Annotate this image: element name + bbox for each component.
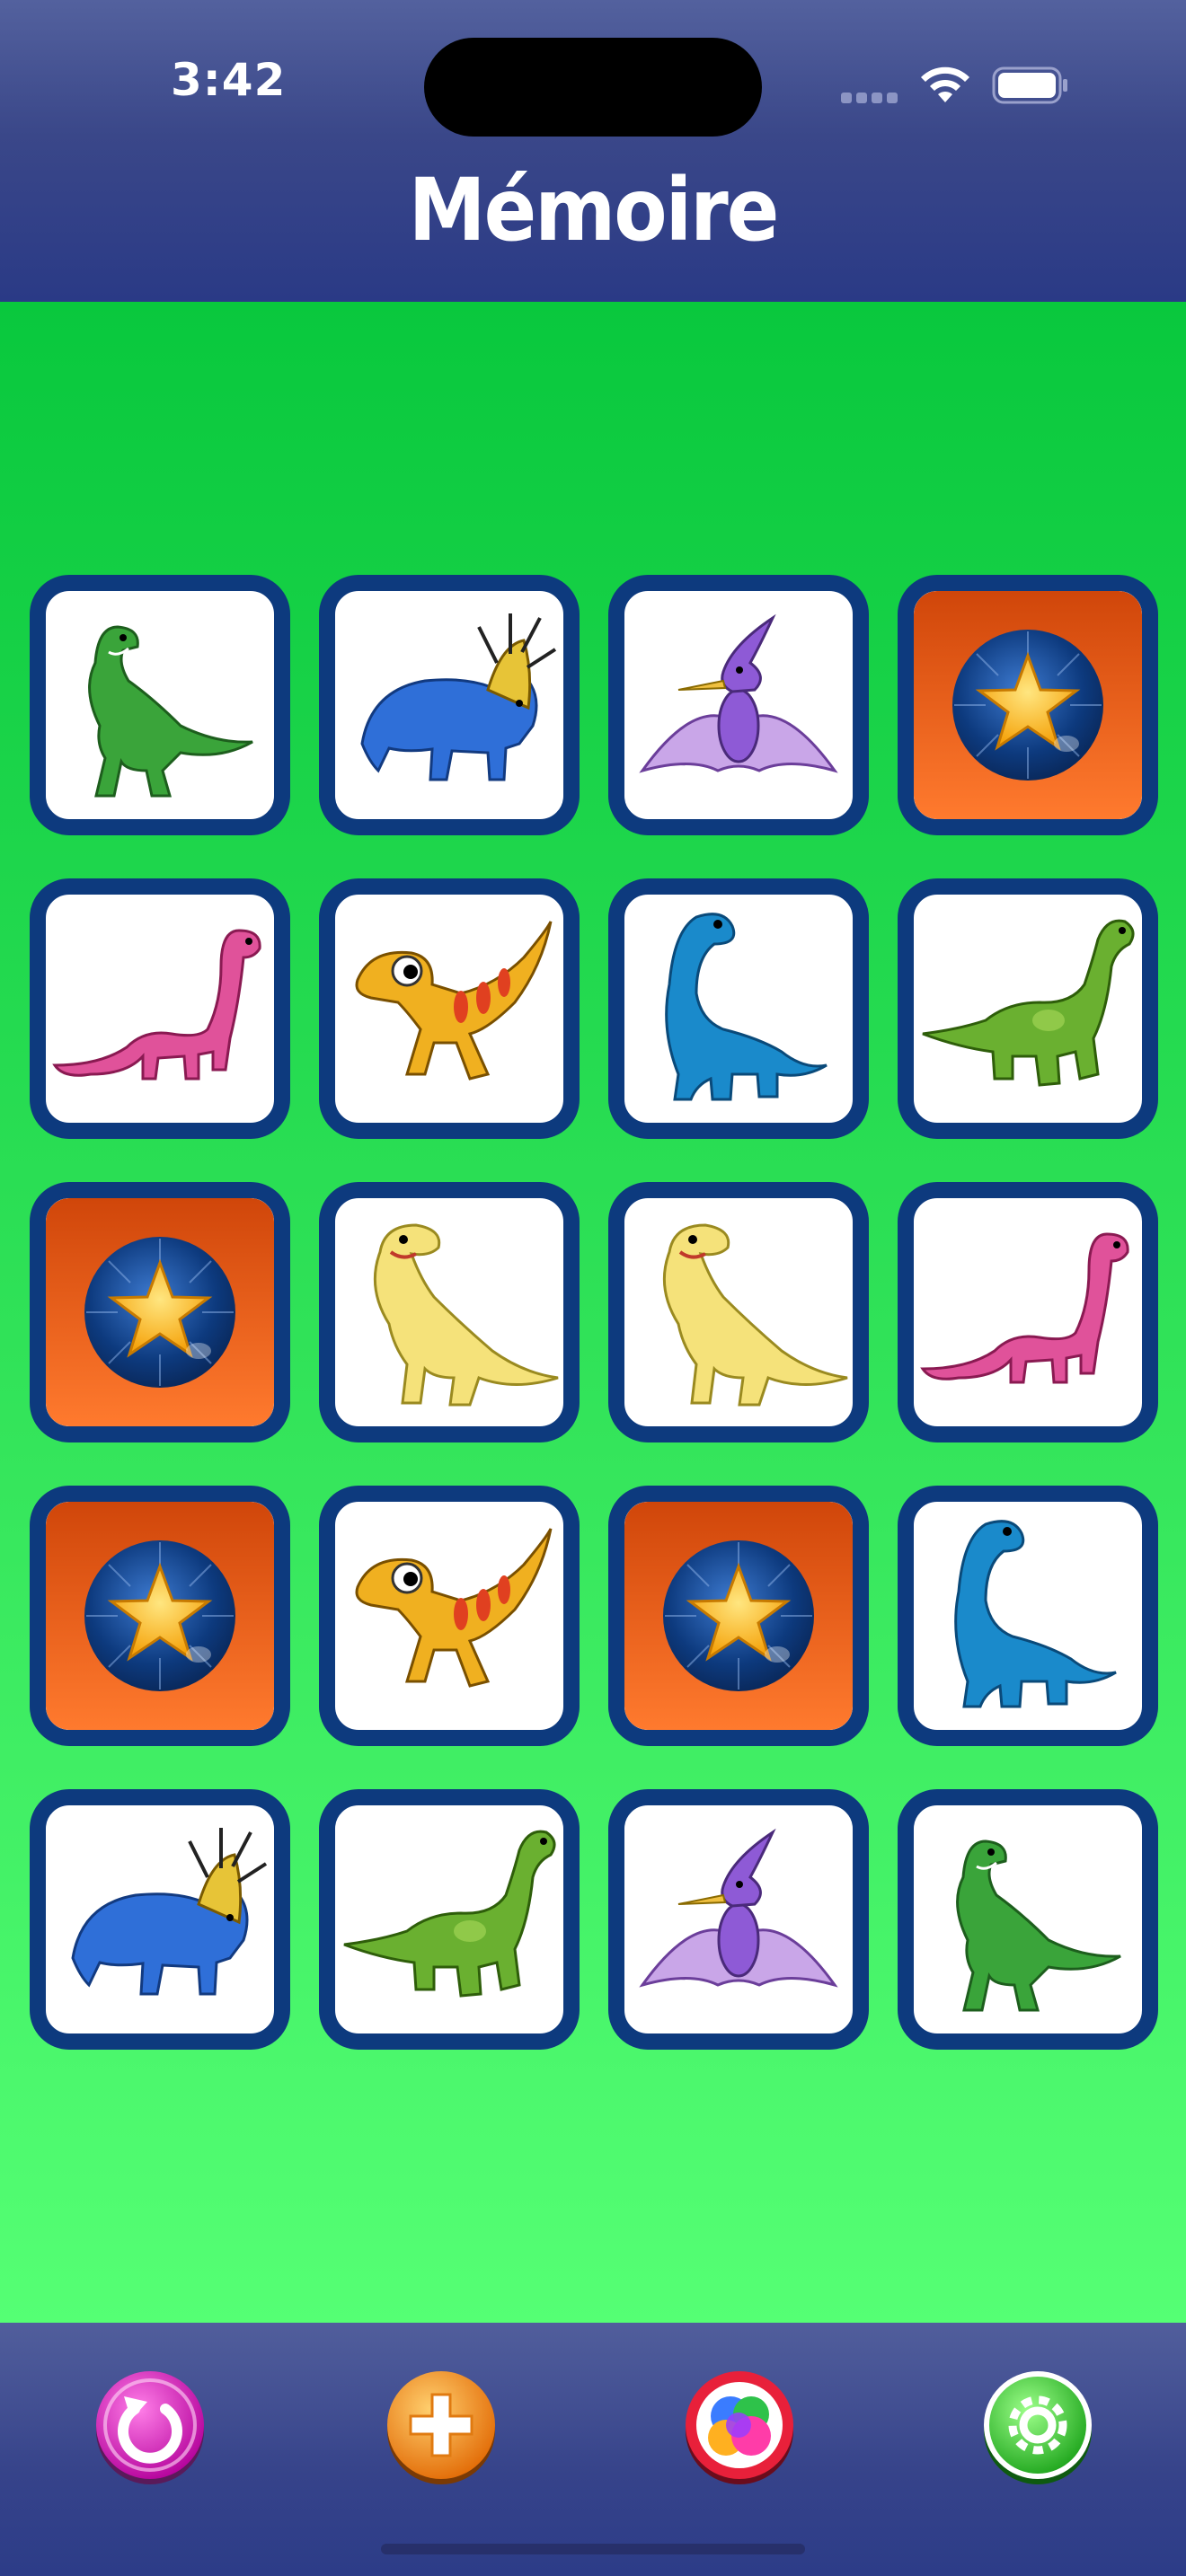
memory-card-pink-brachiosaurus[interactable] xyxy=(898,1182,1158,1442)
card-face xyxy=(335,895,563,1123)
card-face xyxy=(46,1502,274,1730)
settings-button[interactable] xyxy=(979,2369,1096,2486)
star-card-back-icon xyxy=(952,630,1103,781)
star-card-back-icon xyxy=(663,1540,814,1691)
memory-card-green-t-rex[interactable] xyxy=(898,1789,1158,2050)
home-indicator[interactable] xyxy=(381,2544,805,2554)
memory-card-blue-styracosaurus[interactable] xyxy=(319,575,580,835)
memory-card-yellow-tyrannosaur[interactable] xyxy=(319,1182,580,1442)
card-face xyxy=(624,1198,853,1426)
green-t-rex-icon xyxy=(88,625,253,798)
memory-card-face-down[interactable] xyxy=(30,1182,290,1442)
plus-icon xyxy=(387,2371,495,2484)
card-face xyxy=(914,1502,1142,1730)
page-title: Mémoire xyxy=(408,160,780,260)
card-face xyxy=(335,1198,563,1426)
color-balls-icon xyxy=(686,2371,793,2484)
blue-brachiosaurus-icon xyxy=(665,913,828,1101)
restart-icon xyxy=(96,2371,204,2484)
memory-card-blue-brachiosaurus[interactable] xyxy=(608,878,869,1139)
color-theme-button[interactable] xyxy=(681,2369,798,2486)
app-screen: 3:42 Mémoire xyxy=(0,0,1186,2576)
status-time: 3:42 xyxy=(171,54,287,106)
memory-card-purple-pterodactyl[interactable] xyxy=(608,575,869,835)
memory-card-green-t-rex[interactable] xyxy=(30,575,290,835)
memory-card-blue-brachiosaurus[interactable] xyxy=(898,1486,1158,1746)
yellow-tyrannosaur-icon xyxy=(662,1223,848,1407)
memory-card-yellow-tyrannosaur[interactable] xyxy=(608,1182,869,1442)
green-apatosaurus-icon xyxy=(343,1830,556,1998)
battery-icon xyxy=(992,66,1067,104)
card-face xyxy=(914,1805,1142,2033)
memory-card-face-down[interactable] xyxy=(30,1486,290,1746)
pink-brachiosaurus-icon xyxy=(52,929,261,1081)
card-face xyxy=(624,591,853,819)
blue-styracosaurus-icon xyxy=(360,613,557,781)
card-face xyxy=(46,1805,274,2033)
card-face xyxy=(46,1198,274,1426)
header: 3:42 Mémoire xyxy=(0,0,1186,302)
memory-card-green-apatosaurus[interactable] xyxy=(319,1789,580,2050)
star-card-back-icon xyxy=(84,1237,235,1388)
card-face xyxy=(335,591,563,819)
card-face xyxy=(335,1805,563,2033)
dynamic-island xyxy=(424,38,762,137)
star-card-back-icon xyxy=(84,1540,235,1691)
card-face xyxy=(624,895,853,1123)
blue-brachiosaurus-icon xyxy=(954,1520,1117,1708)
card-face xyxy=(914,591,1142,819)
game-board xyxy=(0,302,1186,2323)
memory-card-yellow-raptor[interactable] xyxy=(319,878,580,1139)
yellow-tyrannosaur-icon xyxy=(373,1223,559,1407)
yellow-raptor-icon xyxy=(355,921,553,1081)
card-face xyxy=(914,1198,1142,1426)
memory-card-face-down[interactable] xyxy=(898,575,1158,835)
green-apatosaurus-icon xyxy=(922,919,1135,1087)
add-button[interactable] xyxy=(383,2369,500,2486)
card-face xyxy=(46,591,274,819)
yellow-raptor-icon xyxy=(355,1528,553,1688)
restart-button[interactable] xyxy=(92,2369,208,2486)
pink-brachiosaurus-icon xyxy=(920,1232,1129,1384)
wifi-icon xyxy=(921,66,969,102)
card-face xyxy=(46,895,274,1123)
blue-styracosaurus-icon xyxy=(71,1828,268,1996)
card-face xyxy=(624,1805,853,2033)
green-t-rex-icon xyxy=(956,1839,1121,2012)
memory-card-green-apatosaurus[interactable] xyxy=(898,878,1158,1139)
purple-pterodactyl-icon xyxy=(639,1828,838,1988)
cellular-signal-icon xyxy=(841,90,904,103)
bottom-toolbar xyxy=(0,2323,1186,2576)
gear-icon xyxy=(984,2371,1092,2484)
memory-card-face-down[interactable] xyxy=(608,1486,869,1746)
memory-card-purple-pterodactyl[interactable] xyxy=(608,1789,869,2050)
card-face xyxy=(914,895,1142,1123)
card-face xyxy=(335,1502,563,1730)
memory-card-yellow-raptor[interactable] xyxy=(319,1486,580,1746)
purple-pterodactyl-icon xyxy=(639,613,838,773)
memory-card-pink-brachiosaurus[interactable] xyxy=(30,878,290,1139)
memory-card-blue-styracosaurus[interactable] xyxy=(30,1789,290,2050)
card-face xyxy=(624,1502,853,1730)
